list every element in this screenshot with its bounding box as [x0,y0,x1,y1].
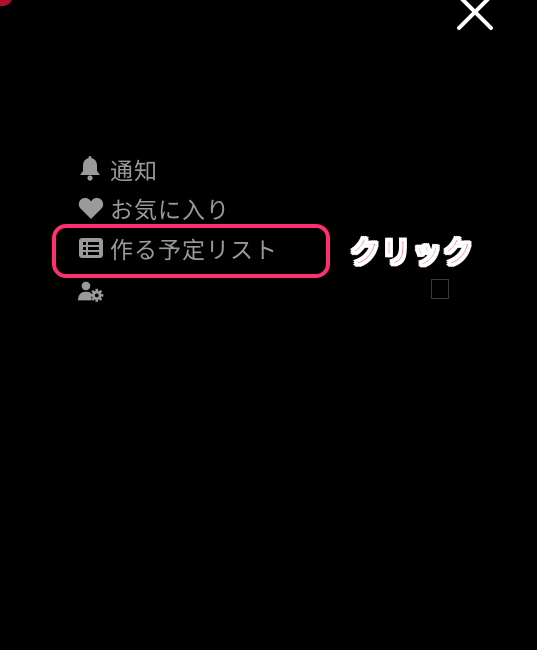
list-icon [78,235,104,261]
close-icon [457,0,493,30]
corner-decoration [0,0,12,6]
menu-item-notify[interactable]: 通知 [78,153,158,185]
bell-icon [78,156,104,182]
click-annotation: クリック [350,236,474,272]
menu-item-label: 作る予定リスト [110,238,278,264]
heart-icon [78,195,104,221]
menu-item-schedule-list[interactable]: 作る予定リスト [78,232,278,264]
user-settings-icon [78,278,104,304]
close-button[interactable] [452,0,498,34]
menu-item-label: お気に入り [110,198,230,224]
menu-item-user-settings[interactable] [78,275,110,307]
placeholder-square [431,279,449,299]
menu-item-favorites[interactable]: お気に入り [78,192,230,224]
menu-item-label: 通知 [110,159,158,185]
